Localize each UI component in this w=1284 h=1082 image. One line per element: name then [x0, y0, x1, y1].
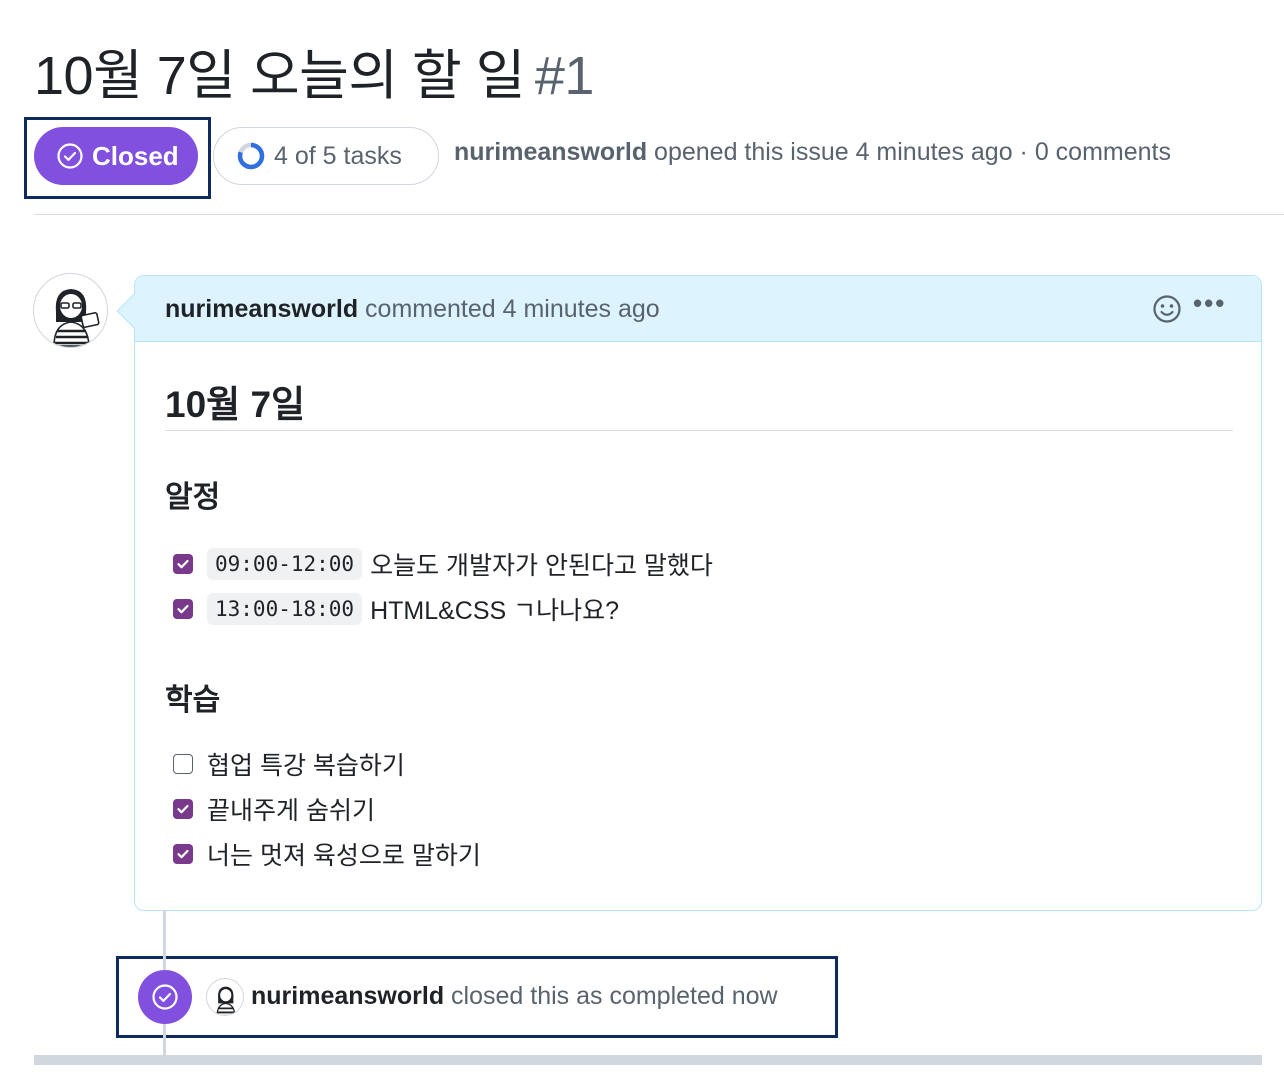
comment-author-avatar[interactable]	[33, 273, 108, 348]
closed-event-icon	[138, 970, 192, 1024]
check-circle-icon	[57, 143, 83, 169]
task-checkbox-checked[interactable]	[173, 599, 193, 619]
comment-header: nurimeansworld commented 4 minutes ago •…	[135, 276, 1261, 342]
event-text: nurimeansworld closed this as completed …	[251, 982, 778, 1011]
comment-byline: nurimeansworld commented 4 minutes ago	[165, 295, 660, 324]
task-item: 09:00-12:00 오늘도 개발자가 안된다고 말했다	[173, 547, 713, 581]
event-action-text: closed this as completed now	[451, 982, 778, 1010]
check-circle-icon	[152, 984, 178, 1010]
tasks-progress-pill[interactable]: 4 of 5 tasks	[213, 127, 439, 185]
avatar-illustration	[53, 289, 100, 347]
comment-action-text: commented 4 minutes ago	[365, 295, 660, 323]
task-time-code: 13:00-18:00	[207, 593, 363, 625]
section-heading-study: 학습	[165, 684, 221, 717]
task-checkbox-checked[interactable]	[173, 844, 193, 864]
event-author-avatar[interactable]	[206, 978, 244, 1016]
state-label: Closed	[92, 140, 179, 171]
task-item: 협업 특강 복습하기	[173, 747, 405, 781]
issue-title: 10월 7일 오늘의 할 일 #1	[34, 44, 594, 108]
task-item: 13:00-18:00 HTML&CSS ㄱ나나요?	[173, 592, 619, 626]
kebab-horizontal-icon[interactable]: •••	[1193, 288, 1226, 319]
header-divider	[34, 214, 1284, 215]
heading-rule	[165, 430, 1233, 431]
progress-ring-icon	[237, 142, 265, 170]
issue-meta-text: opened this issue 4 minutes ago · 0 comm…	[654, 138, 1171, 166]
task-checkbox-checked[interactable]	[173, 799, 193, 819]
task-checkbox-checked[interactable]	[173, 554, 193, 574]
comment-author-link[interactable]: nurimeansworld	[165, 295, 358, 323]
task-text: HTML&CSS ㄱ나나요?	[370, 597, 620, 625]
issue-meta: nurimeansworld opened this issue 4 minut…	[454, 138, 1171, 167]
task-text: 협업 특강 복습하기	[207, 752, 405, 780]
event-author-link[interactable]: nurimeansworld	[251, 982, 444, 1010]
comment-heading: 10월 7일	[165, 384, 306, 425]
issue-author-link[interactable]: nurimeansworld	[454, 138, 647, 166]
closed-state-badge: Closed	[34, 127, 198, 185]
task-item: 너는 멋져 육성으로 말하기	[173, 837, 481, 871]
timeline-bottom-bar	[34, 1055, 1262, 1065]
closed-event: nurimeansworld closed this as completed …	[138, 970, 778, 1024]
smiley-icon[interactable]	[1151, 293, 1183, 325]
issue-title-text: 10월 7일 오늘의 할 일	[34, 46, 525, 106]
task-item: 끝내주게 숨쉬기	[173, 792, 375, 826]
issue-number: #1	[534, 46, 595, 106]
task-text: 너는 멋져 육성으로 말하기	[207, 842, 481, 870]
tasks-progress-label: 4 of 5 tasks	[274, 141, 402, 170]
issue-comment: nurimeansworld commented 4 minutes ago •…	[134, 275, 1262, 911]
task-checkbox-unchecked[interactable]	[173, 754, 193, 774]
task-text: 끝내주게 숨쉬기	[207, 797, 375, 825]
task-time-code: 09:00-12:00	[207, 548, 363, 580]
section-heading-schedule: 알정	[165, 481, 221, 514]
task-text: 오늘도 개발자가 안된다고 말했다	[370, 552, 713, 580]
